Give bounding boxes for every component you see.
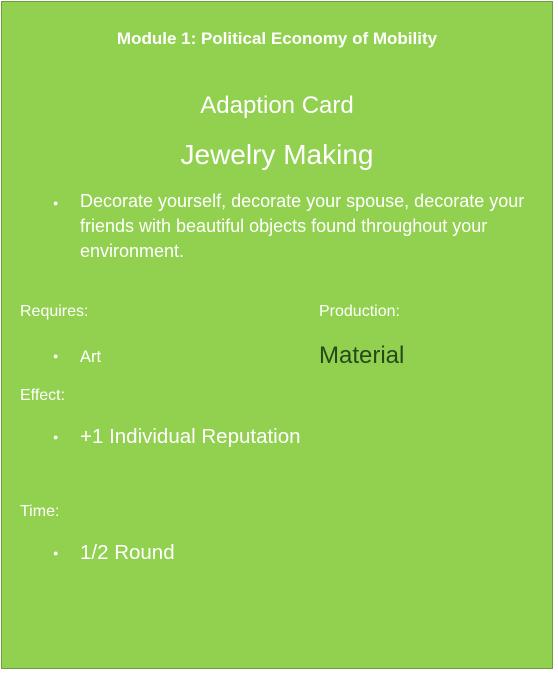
effect-value: +1 Individual Reputation bbox=[80, 425, 301, 448]
card-name: Jewelry Making bbox=[180, 139, 374, 170]
card-type: Adaption Card bbox=[200, 92, 354, 119]
time-label: Time: bbox=[20, 503, 60, 520]
requires-value: Art bbox=[80, 348, 102, 366]
module-header: Module 1: Political Economy of Mobility bbox=[116, 29, 438, 48]
time-bullet: ● bbox=[53, 548, 59, 558]
card-description: Decorate yourself, decorate your spouse,… bbox=[80, 191, 525, 261]
description-bullet: ● bbox=[53, 198, 59, 208]
production-label: Production: bbox=[319, 303, 400, 320]
effect-bullet: ● bbox=[53, 432, 59, 442]
effect-label: Effect: bbox=[20, 387, 66, 404]
requires-bullet: ● bbox=[53, 351, 59, 361]
requires-label: Requires: bbox=[20, 303, 89, 320]
production-value: Material bbox=[319, 342, 405, 369]
time-value: 1/2 Round bbox=[80, 541, 175, 564]
adaption-card: Module 1: Political Economy of Mobility … bbox=[1, 1, 553, 669]
